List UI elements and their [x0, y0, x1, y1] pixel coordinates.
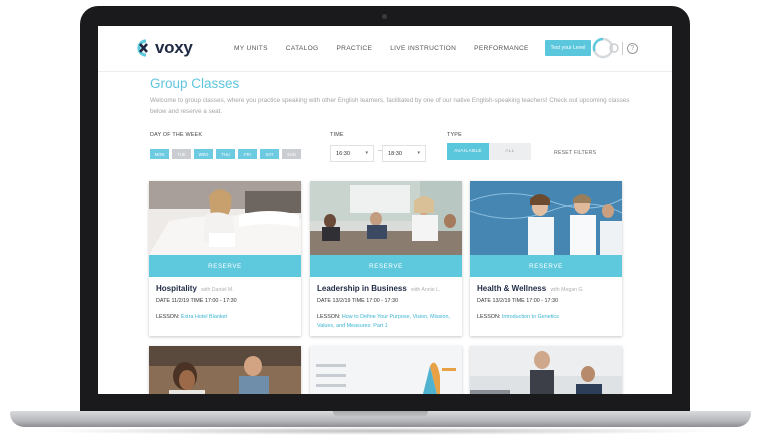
day-fri-button[interactable]: FRI [238, 149, 257, 159]
time-to-select[interactable]: 18:30 ▾ [382, 145, 426, 162]
class-image [310, 181, 462, 255]
class-teacher: with Annie L. [411, 287, 441, 293]
class-card [310, 346, 462, 394]
reserve-button[interactable]: RESERVE [310, 255, 462, 277]
class-card: RESERVE Hospitality with Daniel M. DATE … [149, 181, 301, 336]
type-toggle: AVAILABLE ALL [447, 143, 531, 160]
voxy-logo-icon [137, 39, 148, 57]
class-card [149, 346, 301, 394]
screen: voxy MY UNITS CATALOG PRACTICE LIVE INST… [98, 26, 672, 394]
class-image [470, 346, 622, 394]
day-tue-button[interactable]: TUE [172, 149, 191, 159]
lesson-link[interactable]: Extra Hotel Blanket [181, 314, 227, 320]
page-title: Group Classes [150, 76, 240, 91]
class-lesson: LESSON: Introduction to Genetics [477, 313, 617, 322]
day-wed-button[interactable]: WED [194, 149, 213, 159]
day-filter-label: DAY OF THE WEEK [150, 132, 203, 138]
nav-practice[interactable]: PRACTICE [336, 45, 372, 52]
class-title: Hospitality with Daniel M. [156, 284, 234, 293]
chevron-down-icon: ▾ [417, 150, 420, 156]
class-lesson: LESSON: How to Define Your Purpose, Visi… [317, 313, 457, 331]
day-mon-button[interactable]: MON [150, 149, 169, 159]
nav-performance[interactable]: PERFORMANCE [474, 45, 529, 52]
class-card: RESERVE Health & Wellness with Megan G. … [470, 181, 622, 336]
test-level-button[interactable]: Test your Level [545, 40, 591, 56]
nav-my-units[interactable]: MY UNITS [234, 45, 268, 52]
nav-divider [622, 42, 623, 55]
laptop-notch [333, 411, 428, 418]
class-card [470, 346, 622, 394]
class-date-time: DATE 13/2/19 TIME 17:00 - 17:30 [317, 298, 399, 304]
page-intro: Welcome to group classes, where you prac… [150, 97, 630, 115]
class-image [149, 181, 301, 255]
reserve-button[interactable]: RESERVE [149, 255, 301, 277]
camera [382, 14, 387, 19]
class-teacher: with Megan G. [550, 287, 584, 293]
class-title: Leadership in Business with Annie L. [317, 284, 440, 293]
chevron-down-icon: ▾ [365, 150, 368, 156]
time-from-select[interactable]: 16:30 ▾ [330, 145, 374, 162]
day-filter: MON TUE WED THU FRI SAT SUN [150, 149, 301, 159]
time-from-value: 16:30 [336, 150, 350, 157]
time-filter-label: TIME [330, 132, 344, 138]
laptop-shadow [30, 427, 731, 435]
day-sat-button[interactable]: SAT [260, 149, 279, 159]
lesson-prefix: LESSON: [477, 314, 501, 320]
class-image [149, 346, 301, 394]
level-progress-icon[interactable] [592, 36, 620, 60]
help-icon[interactable]: ? [627, 43, 638, 54]
time-to-value: 18:30 [388, 150, 402, 157]
class-title: Health & Wellness with Megan G. [477, 284, 584, 293]
class-date-time: DATE 11/2/19 TIME 17:00 - 17:30 [156, 298, 237, 304]
lesson-prefix: LESSON: [317, 314, 341, 320]
class-date-time: DATE 13/2/19 TIME 17:00 - 17:30 [477, 298, 559, 304]
nav-menu: MY UNITS CATALOG PRACTICE LIVE INSTRUCTI… [234, 45, 529, 52]
lesson-prefix: LESSON: [156, 314, 180, 320]
nav-catalog[interactable]: CATALOG [286, 45, 319, 52]
class-image [310, 346, 462, 394]
voxy-logo[interactable]: voxy [132, 38, 193, 58]
day-thu-button[interactable]: THU [216, 149, 235, 159]
class-image [470, 181, 622, 255]
reserve-button[interactable]: RESERVE [470, 255, 622, 277]
class-teacher: with Daniel M. [201, 287, 234, 293]
nav-live-instruction[interactable]: LIVE INSTRUCTION [390, 45, 456, 52]
class-lesson: LESSON: Extra Hotel Blanket [156, 313, 296, 322]
logo-text: voxy [155, 38, 193, 57]
day-sun-button[interactable]: SUN [282, 149, 301, 159]
class-title-text: Hospitality [156, 284, 197, 293]
lesson-link[interactable]: Introduction to Genetics [502, 314, 559, 320]
top-nav: voxy MY UNITS CATALOG PRACTICE LIVE INST… [98, 26, 672, 72]
type-available-button[interactable]: AVAILABLE [447, 143, 489, 160]
class-title-text: Leadership in Business [317, 284, 407, 293]
type-all-button[interactable]: ALL [489, 143, 531, 160]
class-card: RESERVE Leadership in Business with Anni… [310, 181, 462, 336]
type-filter-label: TYPE [447, 132, 462, 138]
class-title-text: Health & Wellness [477, 284, 547, 293]
reset-filters-button[interactable]: RESET FILTERS [554, 150, 596, 156]
